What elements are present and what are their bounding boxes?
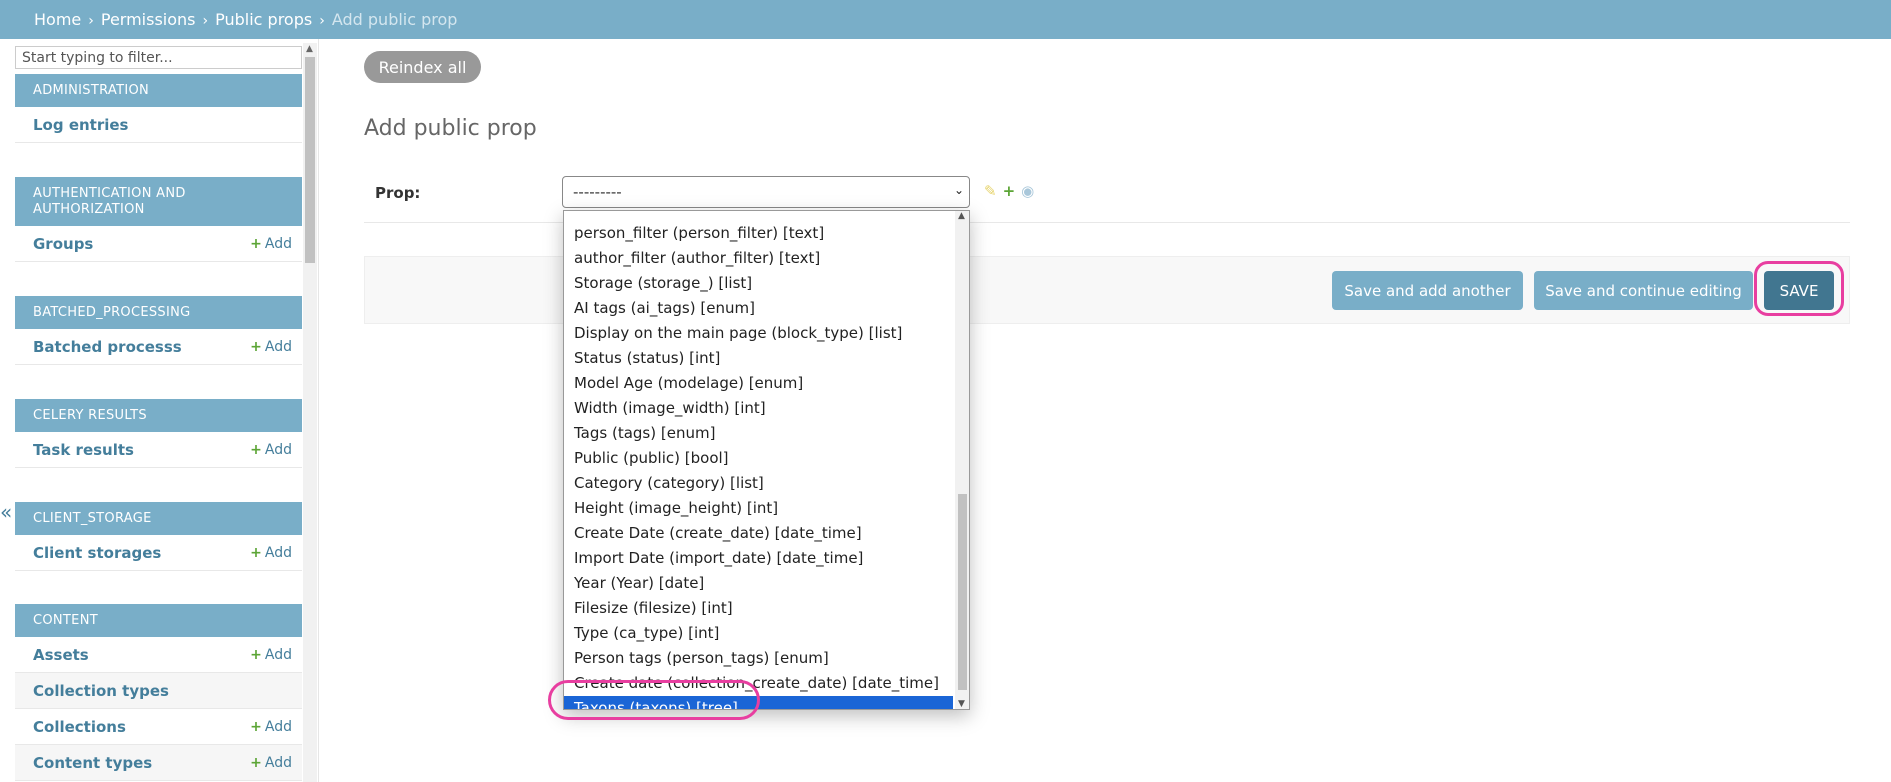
sidebar-filter-input[interactable] xyxy=(15,46,302,69)
scrollbar-thumb[interactable] xyxy=(305,57,315,263)
module-header-authentication[interactable]: AUTHENTICATION AND AUTHORIZATION xyxy=(15,177,302,226)
pencil-icon[interactable]: ✎ xyxy=(984,182,997,200)
plus-icon[interactable]: + xyxy=(1003,182,1016,200)
add-label: Add xyxy=(264,544,292,561)
save-and-continue-button[interactable]: Save and continue editing xyxy=(1534,271,1753,310)
dropdown-option[interactable]: Create date (collection_create_date) [da… xyxy=(564,671,953,696)
scrollbar-thumb[interactable] xyxy=(958,494,967,690)
model-link[interactable]: Client storages xyxy=(33,544,161,562)
header-bar: Home › Permissions › Public props › Add public… xyxy=(0,0,1891,39)
dropdown-option[interactable]: Import Date (import_date) [date_time] xyxy=(564,546,953,571)
breadcrumb-separator: › xyxy=(88,13,94,29)
model-link[interactable]: Assets xyxy=(33,646,89,664)
add-label: Add xyxy=(264,338,292,355)
add-label: Add xyxy=(264,646,292,663)
add-link[interactable]: + Add xyxy=(250,755,292,771)
save-and-add-another-button[interactable]: Save and add another xyxy=(1332,271,1523,310)
add-label: Add xyxy=(264,754,292,771)
model-link[interactable]: Task results xyxy=(33,441,134,459)
add-link[interactable]: + Add xyxy=(250,545,292,561)
sidebar-item-log-entries[interactable]: Log entries xyxy=(15,107,302,143)
add-link[interactable]: + Add xyxy=(250,719,292,735)
sidebar-item-assets[interactable]: Assets + Add xyxy=(15,637,302,673)
sidebar-item-client-storages[interactable]: Client storages + Add xyxy=(15,535,302,571)
dropdown-option[interactable]: Person tags (person_tags) [enum] xyxy=(564,646,953,671)
dropdown-option[interactable]: Width (image_width) [int] xyxy=(564,396,953,421)
scroll-up-arrow-icon[interactable]: ▲ xyxy=(306,44,313,54)
scroll-up-arrow-icon[interactable]: ▲ xyxy=(958,211,965,221)
add-label: Add xyxy=(264,718,292,735)
eye-icon[interactable]: ◉ xyxy=(1021,182,1034,200)
prop-options-list[interactable]: Taxons (taxons) [tree] Create date (colle… xyxy=(563,210,970,710)
sidebar-item-collection-types[interactable]: Collection types xyxy=(15,673,302,709)
dropdown-option[interactable]: Public (public) [bool] xyxy=(564,446,953,471)
dropdown-option[interactable]: Taxons (taxons) [tree] xyxy=(564,696,953,709)
sidebar-scrollbar[interactable]: ▲ xyxy=(303,43,317,782)
dropdown-option[interactable]: AI tags (ai_tags) [enum] xyxy=(564,296,953,321)
model-link[interactable]: Collection types xyxy=(33,682,169,700)
add-label: Add xyxy=(264,441,292,458)
breadcrumb: Home › Permissions › Public props › Add public… xyxy=(34,10,457,29)
dropdown-option[interactable]: Display on the main page (block_type) [l… xyxy=(564,321,953,346)
sidebar-item-content-types[interactable]: Content types + Add xyxy=(15,745,302,781)
add-link[interactable]: + Add xyxy=(250,647,292,663)
dropdown-option[interactable]: Type (ca_type) [int] xyxy=(564,621,953,646)
model-link[interactable]: Content types xyxy=(33,754,152,772)
chevron-down-icon: ⌄ xyxy=(953,183,964,197)
save-button[interactable]: SAVE xyxy=(1764,271,1834,310)
breadcrumb-home[interactable]: Home xyxy=(34,10,81,29)
dropdown-option[interactable]: Year (Year) [date] xyxy=(564,571,953,596)
module-header-content[interactable]: CONTENT xyxy=(15,604,302,637)
add-link[interactable]: + Add xyxy=(250,442,292,458)
breadcrumb-current: Add public prop xyxy=(331,10,458,29)
model-link[interactable]: Batched processs xyxy=(33,338,182,356)
dropdown-scrollbar[interactable]: ▲ ▼ xyxy=(955,211,969,709)
plus-icon: + xyxy=(250,441,262,458)
dropdown-option[interactable]: Model Age (modelage) [enum] xyxy=(564,371,953,396)
dropdown-option[interactable]: Status (status) [int] xyxy=(564,346,953,371)
module-header-client-storage[interactable]: CLIENT_STORAGE xyxy=(15,502,302,535)
model-link[interactable]: Collections xyxy=(33,718,126,736)
prop-label: Prop: xyxy=(375,184,421,202)
add-link[interactable]: + Add xyxy=(250,339,292,355)
plus-icon: + xyxy=(250,646,262,663)
dropdown-option[interactable]: Tags (tags) [enum] xyxy=(564,421,953,446)
dropdown-option[interactable]: Create Date (create_date) [date_time] xyxy=(564,521,953,546)
dropdown-option[interactable]: Filesize (filesize) [int] xyxy=(564,596,953,621)
breadcrumb-separator: › xyxy=(319,13,325,29)
related-widget-icons: ✎ + ◉ xyxy=(984,182,1034,200)
breadcrumb-public-props[interactable]: Public props xyxy=(215,10,312,29)
model-link[interactable]: Groups xyxy=(33,235,93,253)
model-link[interactable]: Log entries xyxy=(33,116,129,134)
dropdown-option[interactable]: person_filter (person_filter) [text] xyxy=(564,221,953,246)
dropdown-option[interactable]: author_filter (author_filter) [text] xyxy=(564,246,953,271)
scroll-down-arrow-icon[interactable]: ▼ xyxy=(958,699,965,709)
plus-icon: + xyxy=(250,235,262,252)
dropdown-option[interactable]: Category (category) [list] xyxy=(564,471,953,496)
module-header-batched-processing[interactable]: BATCHED_PROCESSING xyxy=(15,296,302,329)
sidebar-item-collections[interactable]: Collections + Add xyxy=(15,709,302,745)
sidebar-nav: ADMINISTRATION Log entries AUTHENTICATIO… xyxy=(15,46,302,782)
page-title: Add public prop xyxy=(364,116,537,141)
sidebar-divider xyxy=(318,39,319,782)
add-label: Add xyxy=(264,235,292,252)
plus-icon: + xyxy=(250,754,262,771)
prop-select[interactable]: --------- ⌄ xyxy=(562,176,970,208)
add-link[interactable]: + Add xyxy=(250,236,292,252)
collapse-sidebar-icon[interactable]: « xyxy=(0,500,12,524)
plus-icon: + xyxy=(250,544,262,561)
select-value: --------- xyxy=(573,183,622,201)
dropdown-option[interactable]: Storage (storage_) [list] xyxy=(564,271,953,296)
breadcrumb-separator: › xyxy=(202,13,209,29)
sidebar-item-batched-processs[interactable]: Batched processs + Add xyxy=(15,329,302,365)
breadcrumb-permissions[interactable]: Permissions xyxy=(101,10,196,29)
plus-icon: + xyxy=(250,338,262,355)
dropdown-option[interactable]: Height (image_height) [int] xyxy=(564,496,953,521)
module-header-celery-results[interactable]: CELERY RESULTS xyxy=(15,399,302,432)
module-header-administration[interactable]: ADMINISTRATION xyxy=(15,74,302,107)
sidebar-item-task-results[interactable]: Task results + Add xyxy=(15,432,302,468)
reindex-all-button[interactable]: Reindex all xyxy=(364,51,481,83)
plus-icon: + xyxy=(250,718,262,735)
sidebar-item-groups[interactable]: Groups + Add xyxy=(15,226,302,262)
